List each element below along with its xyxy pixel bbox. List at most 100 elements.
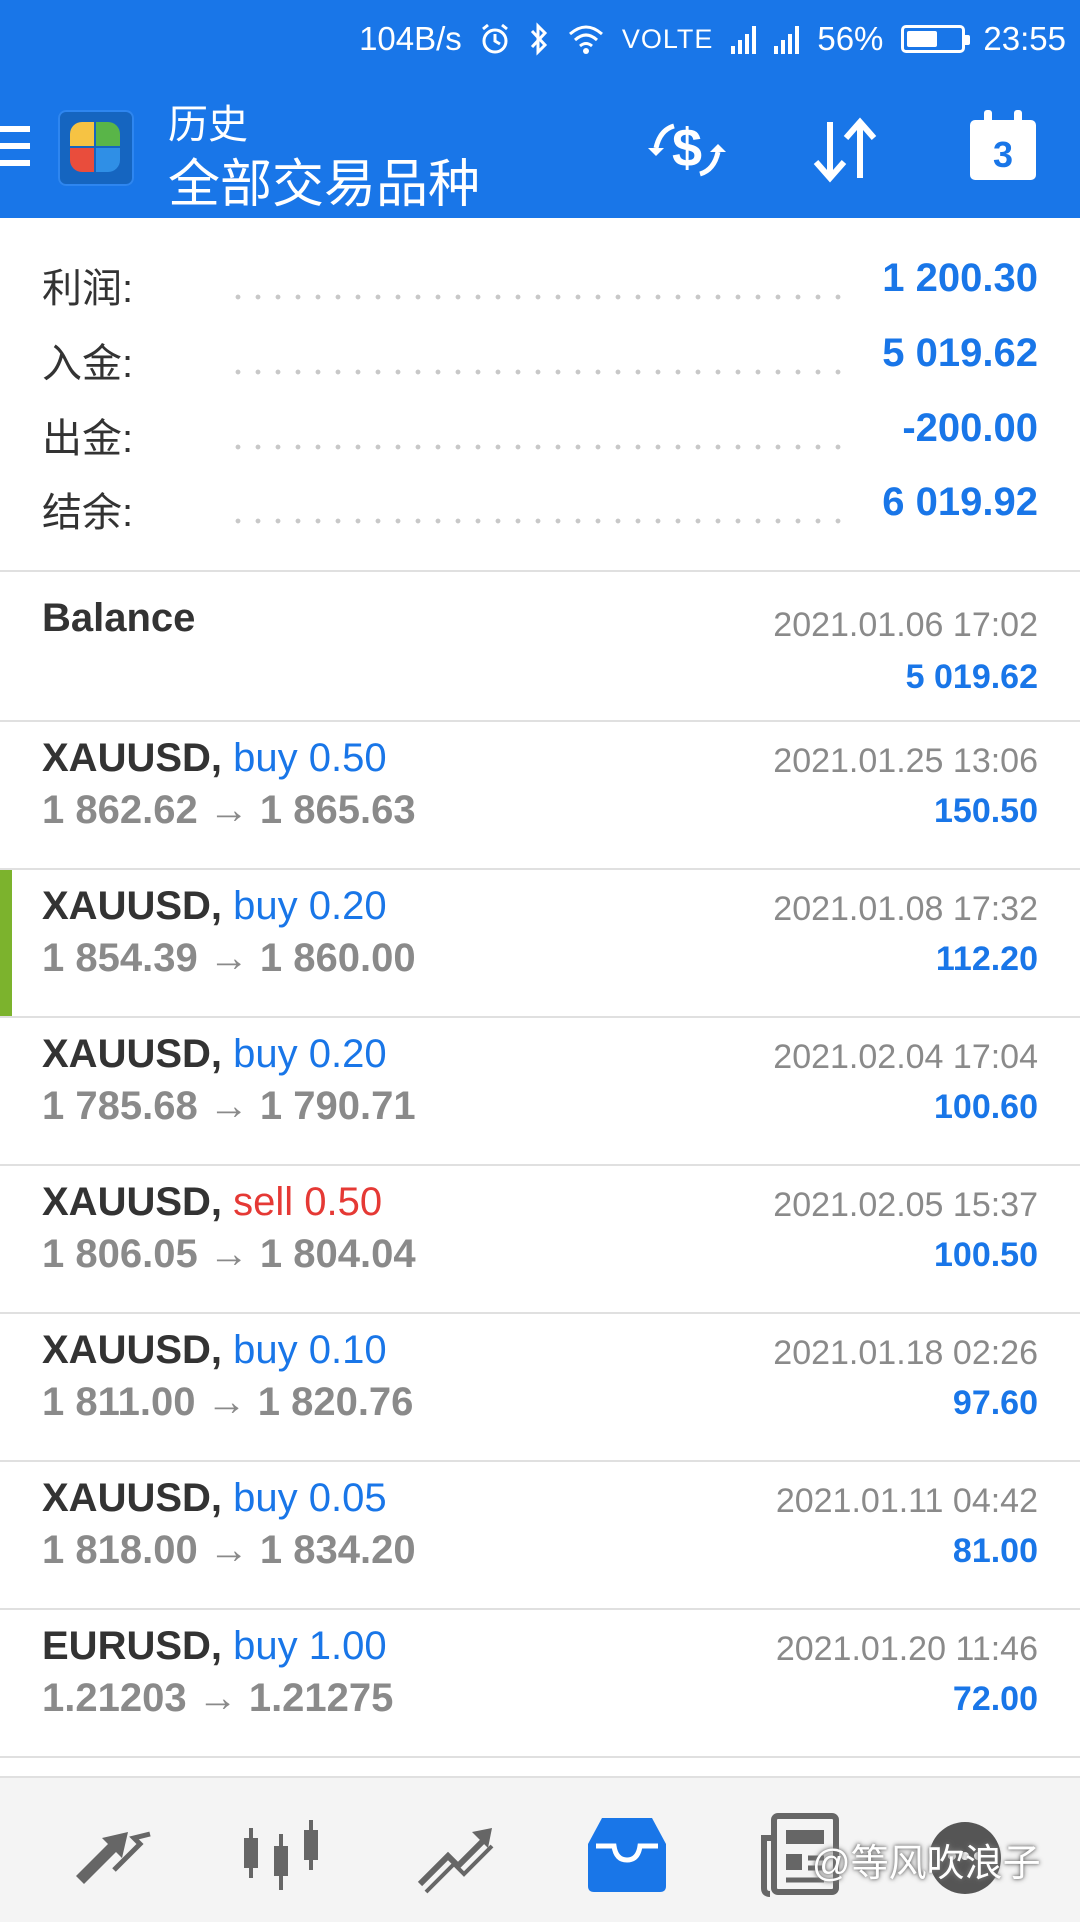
nav-quotes[interactable] (66, 1808, 156, 1898)
signal-icon-1 (731, 24, 757, 54)
trade-symbol: EURUSD, (42, 1624, 223, 1668)
trade-trend-icon (417, 1828, 494, 1894)
alarm-icon (480, 22, 510, 56)
balance-entry-title: Balance (42, 596, 196, 640)
trade-prices: 1 811.00 → 1 820.76 (42, 1380, 414, 1424)
trade-prices: 1 818.00 → 1 834.20 (42, 1528, 416, 1572)
selected-marker (0, 870, 12, 1016)
trade-row[interactable]: XAUUSD, buy 0.20 1 785.68 → 1 790.71 202… (0, 1018, 1080, 1164)
trade-date: 2021.02.04 17:04 (773, 1038, 1038, 1076)
trade-type: buy 0.20 (233, 884, 387, 928)
summary-row-deposit: 入金: 5 019.62 (42, 331, 1038, 391)
trade-prices: 1 785.68 → 1 790.71 (42, 1084, 416, 1128)
summary-panel: 利润: 1 200.30 入金: 5 019.62 出金: -200.00 结余… (0, 218, 1080, 570)
network-speed: 104B/s (359, 20, 462, 57)
nav-trade[interactable] (410, 1808, 500, 1898)
currency-exchange-button[interactable]: $ (642, 108, 732, 192)
trade-symbol: XAUUSD, (42, 884, 223, 928)
trade-type: sell 0.50 (233, 1180, 383, 1224)
trade-symbol: XAUUSD, (42, 736, 223, 780)
trade-type: buy 1.00 (233, 1624, 387, 1668)
battery-percent: 56% (817, 20, 884, 57)
trade-type: buy 0.10 (233, 1328, 387, 1372)
trade-date: 2021.01.18 02:26 (773, 1334, 1038, 1372)
trade-symbol-line: XAUUSD, sell 0.50 (42, 1180, 382, 1225)
battery-icon (901, 25, 971, 53)
trade-symbol-line: XAUUSD, buy 0.20 (42, 884, 387, 929)
symbol-filter-title[interactable]: 全部交易品种 (168, 142, 480, 217)
trade-profit: 112.20 (935, 940, 1038, 978)
trade-symbol-line: XAUUSD, buy 0.10 (42, 1328, 387, 1373)
balance-value: 6 019.92 (882, 480, 1038, 524)
summary-row-profit: 利润: 1 200.30 (42, 256, 1038, 316)
summary-row-balance: 结余: 6 019.92 (42, 480, 1038, 540)
trade-profit: 97.60 (952, 1384, 1038, 1422)
quotes-arrows-icon (76, 1831, 151, 1884)
candlestick-icon (244, 1820, 318, 1890)
app-logo-icon (58, 110, 134, 186)
trade-symbol: XAUUSD, (42, 1180, 223, 1224)
inbox-icon (588, 1818, 666, 1892)
trade-symbol-line: XAUUSD, buy 0.05 (42, 1476, 387, 1521)
trade-date: 2021.01.20 11:46 (775, 1630, 1038, 1668)
dotted-leader (228, 369, 850, 375)
trade-row[interactable]: XAUUSD, buy 0.10 1 811.00 → 1 820.76 202… (0, 1314, 1080, 1460)
trade-symbol-line: EURUSD, buy 1.00 (42, 1624, 387, 1669)
trade-date: 2021.02.05 15:37 (773, 1186, 1038, 1224)
sort-arrows-icon (813, 117, 877, 183)
trade-type: buy 0.50 (233, 736, 387, 780)
trade-prices: 1 862.62 → 1 865.63 (42, 788, 416, 832)
trade-profit: 81.00 (952, 1532, 1038, 1570)
app-bar: 历史 全部交易品种 $ 3 (0, 78, 1080, 218)
trade-type: buy 0.20 (233, 1032, 387, 1076)
nav-chart[interactable] (236, 1808, 326, 1898)
signal-icon-2 (774, 24, 800, 54)
calendar-icon: 3 (970, 110, 1036, 180)
trade-row[interactable]: XAUUSD, buy 0.05 1 818.00 → 1 834.20 202… (0, 1462, 1080, 1608)
trade-date: 2021.01.11 04:42 (775, 1482, 1038, 1520)
menu-icon[interactable] (0, 126, 30, 170)
nav-history[interactable] (582, 1808, 672, 1898)
trade-symbol: XAUUSD, (42, 1032, 223, 1076)
trade-row[interactable]: XAUUSD, buy 0.50 1 862.62 → 1 865.63 202… (0, 722, 1080, 868)
balance-entry[interactable]: Balance 2021.01.06 17:02 5 019.62 (0, 572, 1080, 718)
deposit-value: 5 019.62 (882, 331, 1038, 375)
trade-prices: 1.21203 → 1.21275 (42, 1676, 394, 1720)
balance-entry-date: 2021.01.06 17:02 (773, 606, 1038, 644)
trade-profit: 100.50 (934, 1236, 1038, 1274)
profit-label: 利润: (42, 267, 134, 311)
currency-exchange-icon: $ (648, 118, 726, 178)
trade-row-selected[interactable]: XAUUSD, buy 0.20 1 854.39 → 1 860.00 202… (0, 870, 1080, 1016)
dotted-leader (228, 294, 850, 300)
clock: 23:55 (983, 20, 1066, 57)
calendar-day: 3 (992, 134, 1014, 175)
status-bar: 104B/s VOLTE 56% 23:55 (0, 0, 1080, 78)
trade-symbol-line: XAUUSD, buy 0.50 (42, 736, 387, 781)
watermark: @等风吹浪子 (812, 1843, 1041, 1885)
withdrawal-value: -200.00 (902, 406, 1038, 450)
trade-row[interactable]: EURUSD, buy 1.00 1.21203 → 1.21275 2021.… (0, 1610, 1080, 1756)
svg-text:$: $ (672, 118, 702, 178)
bluetooth-icon (528, 22, 550, 56)
trade-row[interactable]: XAUUSD, sell 0.50 1 806.05 → 1 804.04 20… (0, 1166, 1080, 1312)
dotted-leader (228, 444, 850, 450)
wifi-icon (568, 24, 604, 54)
balance-entry-amount: 5 019.62 (905, 658, 1038, 696)
trade-prices: 1 854.39 → 1 860.00 (42, 936, 416, 980)
trade-profit: 150.50 (934, 792, 1038, 830)
trade-type: buy 0.05 (233, 1476, 387, 1520)
trade-symbol: XAUUSD, (42, 1476, 223, 1520)
trade-symbol: XAUUSD, (42, 1328, 223, 1372)
calendar-button[interactable]: 3 (958, 108, 1048, 192)
volte-label: VOLTE (621, 23, 714, 54)
withdrawal-label: 出金: (42, 417, 134, 461)
profit-value: 1 200.30 (882, 256, 1038, 300)
sort-button[interactable] (800, 108, 890, 192)
trade-profit: 72.00 (952, 1680, 1038, 1718)
trade-date: 2021.01.08 17:32 (773, 890, 1038, 928)
trade-prices: 1 806.05 → 1 804.04 (42, 1232, 416, 1276)
dotted-leader (228, 518, 850, 524)
trade-symbol-line: XAUUSD, buy 0.20 (42, 1032, 387, 1077)
trade-date: 2021.01.25 13:06 (773, 742, 1038, 780)
deposit-label: 入金: (42, 342, 134, 386)
